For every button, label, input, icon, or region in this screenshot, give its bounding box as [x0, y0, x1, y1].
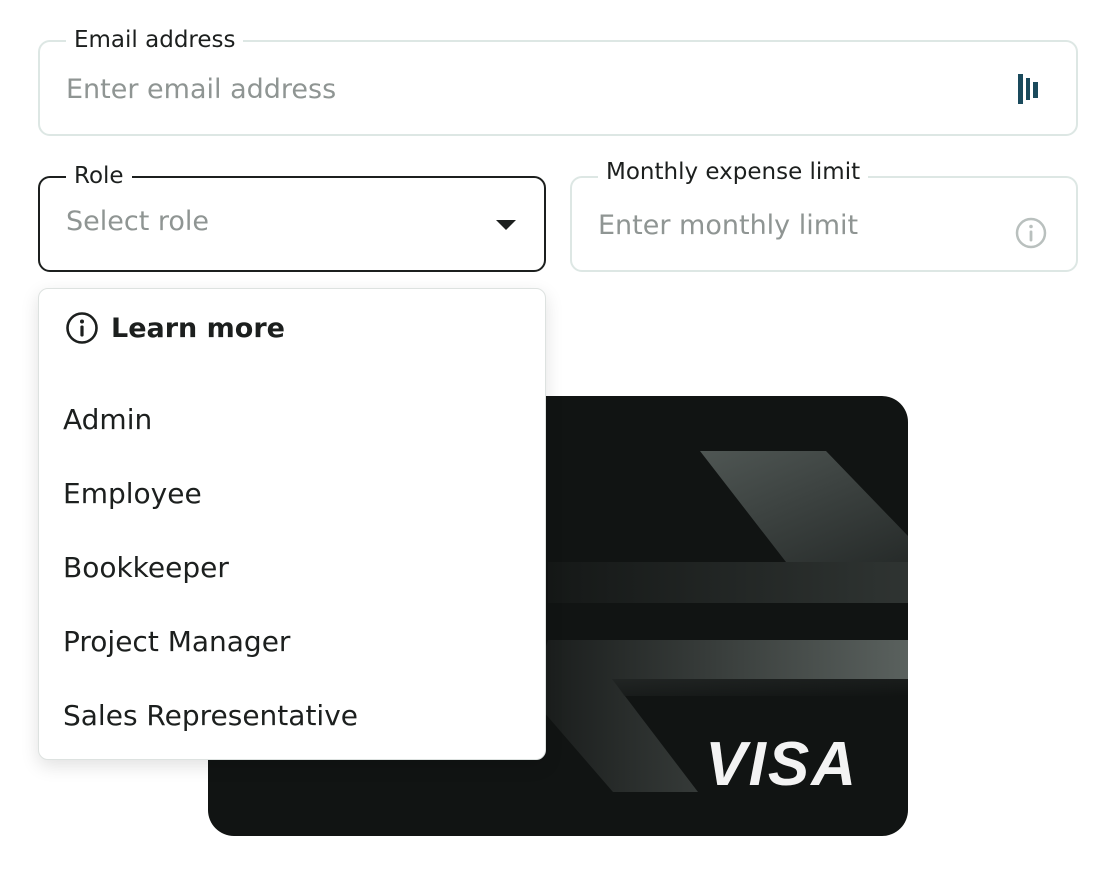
- monthly-limit-label: Monthly expense limit: [598, 158, 869, 186]
- password-manager-icon[interactable]: [1016, 72, 1042, 106]
- invite-form: Email address Role Select role Monthly e…: [0, 0, 1116, 876]
- visa-logo: VISA: [705, 730, 858, 799]
- role-option-bookkeeper[interactable]: Bookkeeper: [39, 531, 545, 605]
- learn-more-link[interactable]: Learn more: [65, 311, 285, 345]
- learn-more-label: Learn more: [111, 312, 285, 344]
- role-options: Admin Employee Bookkeeper Project Manage…: [39, 383, 545, 753]
- role-option-admin[interactable]: Admin: [39, 383, 545, 457]
- role-option-project-manager[interactable]: Project Manager: [39, 605, 545, 679]
- role-label: Role: [66, 162, 132, 190]
- email-input[interactable]: [66, 72, 996, 106]
- chevron-down-icon[interactable]: [496, 220, 516, 230]
- role-placeholder: Select role: [66, 206, 210, 237]
- role-dropdown-menu: Learn more Admin Employee Bookkeeper Pro…: [38, 288, 546, 760]
- role-select[interactable]: Role Select role: [38, 162, 546, 272]
- role-option-sales-representative[interactable]: Sales Representative: [39, 679, 545, 753]
- email-field[interactable]: Email address: [38, 26, 1078, 136]
- info-icon: [66, 312, 98, 344]
- monthly-limit-input[interactable]: [598, 208, 996, 242]
- info-icon[interactable]: [1014, 216, 1048, 250]
- monthly-limit-field[interactable]: Monthly expense limit: [570, 158, 1078, 272]
- email-label: Email address: [66, 26, 244, 54]
- role-option-employee[interactable]: Employee: [39, 457, 545, 531]
